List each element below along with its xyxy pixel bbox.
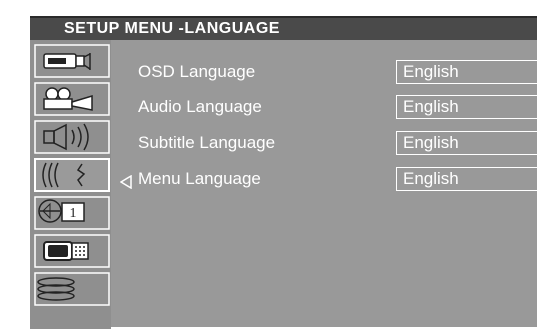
sidebar-item-tv[interactable]	[32, 232, 112, 269]
film-projector-icon	[34, 82, 110, 116]
setting-value-osd-language[interactable]: English	[396, 60, 537, 84]
disc-stack-icon	[34, 272, 110, 306]
setting-label: Subtitle Language	[138, 133, 276, 152]
setting-value-text: English	[403, 169, 459, 188]
clock-badge: 1	[70, 206, 77, 221]
language-audio-icon	[34, 158, 110, 192]
setting-value-menu-language[interactable]: English	[396, 167, 537, 191]
sidebar: 1	[30, 40, 111, 329]
sidebar-item-camcorder[interactable]	[32, 42, 112, 79]
setting-label: Audio Language	[138, 97, 262, 116]
sidebar-item-language[interactable]	[32, 156, 112, 193]
clock-icon: 1	[34, 196, 110, 230]
menu-title: SETUP MENU -LANGUAGE	[64, 20, 280, 37]
setting-label: OSD Language	[138, 62, 256, 81]
setting-value-text: English	[403, 133, 459, 152]
tv-screen-icon	[34, 234, 110, 268]
selection-pointer-icon	[120, 175, 132, 189]
setting-value-text: English	[403, 97, 459, 116]
setting-value-audio-language[interactable]: English	[396, 95, 537, 119]
sidebar-item-disc[interactable]	[32, 270, 112, 307]
speaker-icon	[34, 120, 110, 154]
screen: SETUP MENU -LANGUAGE 1 OSD Language Engl…	[0, 0, 537, 329]
setting-value-subtitle-language[interactable]: English	[396, 131, 537, 155]
setup-menu-panel: SETUP MENU -LANGUAGE 1 OSD Language Engl…	[30, 16, 537, 329]
sidebar-item-preferences[interactable]: 1	[32, 194, 112, 231]
sidebar-item-audio[interactable]	[32, 118, 112, 155]
camcorder-icon	[34, 44, 110, 78]
setting-label: Menu Language	[138, 169, 261, 188]
menu-header: SETUP MENU -LANGUAGE	[30, 18, 537, 40]
sidebar-item-picture[interactable]	[32, 80, 112, 117]
setting-value-text: English	[403, 62, 459, 81]
